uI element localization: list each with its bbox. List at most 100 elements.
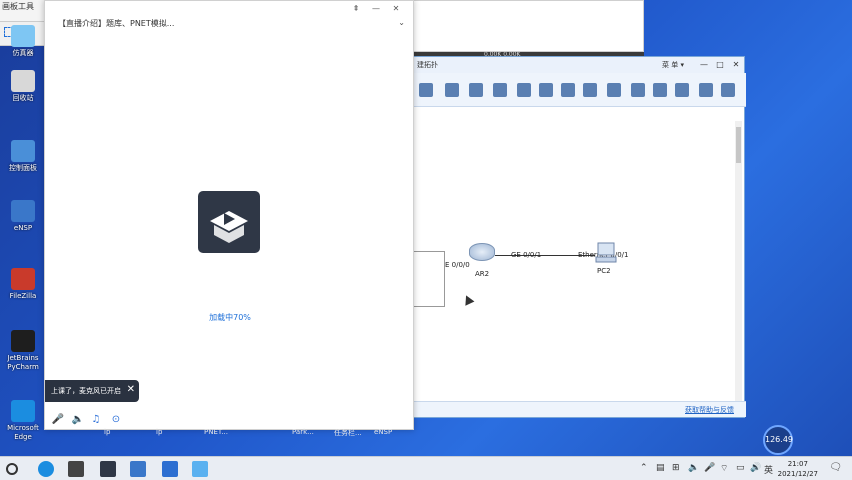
desktop-icon[interactable]: eNSP <box>3 200 43 233</box>
app-icon <box>11 200 35 222</box>
minimize-button[interactable]: — <box>698 59 710 70</box>
drawing-toolbar-title: 画板工具 <box>2 2 34 11</box>
secondary-taskbar: ip ip PNET... Park... 任务栏... eNSP <box>44 428 754 446</box>
minimize-button[interactable]: — <box>370 4 382 13</box>
help-icon[interactable] <box>721 83 735 97</box>
huawei-icon[interactable] <box>699 83 713 97</box>
desktop-icon-label: 仿真器 <box>12 49 34 57</box>
close-button[interactable]: ✕ <box>730 59 742 70</box>
desktop-icon-label: eNSP <box>13 224 33 232</box>
taskview-icon[interactable] <box>68 461 84 477</box>
edge-icon[interactable] <box>38 461 54 477</box>
app-icon <box>11 400 35 422</box>
taskline-item[interactable]: ip <box>156 428 162 436</box>
clock[interactable]: 21:07 2021/12/27 <box>778 459 818 479</box>
mic-tray-icon[interactable]: 🎤 <box>704 463 715 473</box>
port-label-left: E 0/0/0 <box>445 261 470 269</box>
taskline-item[interactable]: 任务栏... <box>334 428 362 438</box>
pc-icon[interactable] <box>595 241 617 265</box>
ensp-app-icon[interactable] <box>130 461 146 477</box>
speed-badge[interactable]: 126.49 <box>763 425 793 455</box>
save-icon[interactable] <box>469 83 483 97</box>
router-ar2[interactable] <box>469 243 495 261</box>
chevron-down-icon[interactable]: ⌄ <box>398 18 405 27</box>
tray-app-icon[interactable]: ▤ <box>656 463 665 473</box>
loading-status: 加载中70% <box>209 313 251 322</box>
taskline-item[interactable]: eNSP <box>374 428 392 436</box>
pin-icon[interactable]: ⇞ <box>350 4 362 13</box>
desktop-icon[interactable]: 控制面板 <box>3 140 43 173</box>
desktop-icon[interactable]: JetBrains PyCharm <box>3 330 43 372</box>
ensp-menu-button[interactable]: 菜 单 ▾ <box>662 60 684 70</box>
live-app-icon[interactable] <box>100 461 116 477</box>
battery-icon[interactable]: ▭ <box>736 463 745 473</box>
open-icon[interactable] <box>445 83 459 97</box>
music-icon[interactable]: ♫ <box>89 413 103 427</box>
toast-close-icon[interactable]: ✕ <box>127 384 135 395</box>
taskline-item[interactable]: PNET... <box>204 428 228 436</box>
ensp-toolbar <box>413 73 746 107</box>
clock-date: 2021/12/27 <box>777 470 818 478</box>
capture-icon[interactable] <box>583 83 597 97</box>
router-label: AR2 <box>475 270 490 278</box>
location-icon[interactable]: ⊙ <box>109 413 123 427</box>
ensp-titlebar[interactable]: 建拓扑 菜 单 ▾ — □ ✕ <box>413 57 744 73</box>
volume-icon[interactable]: 🔈 <box>688 463 699 473</box>
chevron-up-icon[interactable]: ⌃ <box>640 463 648 473</box>
start-icon[interactable] <box>539 83 553 97</box>
chat-icon[interactable] <box>675 83 689 97</box>
desktop-icon[interactable]: Microsoft Edge <box>3 400 43 442</box>
desktop-icon-label: 控制面板 <box>9 164 37 172</box>
scrollbar-thumb[interactable] <box>736 127 741 163</box>
desktop-icon[interactable]: 仿真器 <box>3 25 43 58</box>
app-icon <box>11 70 35 92</box>
live-player-window[interactable]: ⇞ — ✕ 【直播介绍】题库、PNET模拟... ⌄ 加载中70% 上课了，麦克… <box>44 0 414 430</box>
app-icon <box>11 140 35 162</box>
ensp-window[interactable]: 建拓扑 菜 单 ▾ — □ ✕ E 0/0/0 AR2 GE 0/0/1 Eth… <box>412 56 746 418</box>
image-icon[interactable] <box>493 83 507 97</box>
vertical-scrollbar[interactable] <box>735 121 742 401</box>
device-switch[interactable] <box>413 251 445 307</box>
new-topology-icon[interactable] <box>419 83 433 97</box>
player-logo-icon <box>198 191 260 253</box>
drawing-toolbar[interactable]: 画板工具 <box>0 0 44 22</box>
port-label-ge: GE 0/0/1 <box>511 251 542 259</box>
background-window[interactable] <box>412 0 644 52</box>
microphone-icon[interactable]: 🎤 <box>51 413 65 427</box>
maximize-button[interactable]: □ <box>714 59 726 70</box>
desktop-icon-label: 回收站 <box>12 94 34 102</box>
app-icon <box>11 268 35 290</box>
clock-time: 21:07 <box>787 460 808 468</box>
settings-icon[interactable] <box>631 83 645 97</box>
pc-label: PC2 <box>597 267 611 275</box>
topology-canvas[interactable]: E 0/0/0 AR2 GE 0/0/1 Ethernet 0/0/1 PC2 <box>413 119 735 402</box>
language-indicator[interactable]: 英 <box>764 463 773 476</box>
desktop-icon[interactable]: 回收站 <box>3 70 43 103</box>
taskline-item[interactable]: ip <box>104 428 110 436</box>
tools-icon[interactable] <box>192 461 208 477</box>
help-feedback-link[interactable]: 获取帮助与反馈 <box>685 405 734 415</box>
network-icon[interactable]: ⊞ <box>672 463 680 473</box>
live-title: 【直播介绍】题库、PNET模拟... <box>58 19 175 28</box>
add-text-icon[interactable] <box>517 83 531 97</box>
taskbar: ⌃ ▤ ⊞ 🔈 🎤 ⌔ ▭ 🔊 英 21:07 2021/12/27 🗨 <box>0 456 852 480</box>
close-button[interactable]: ✕ <box>390 4 402 13</box>
ensp-title: 建拓扑 <box>417 61 438 69</box>
mic-toast: 上课了，麦克风已开启 ✕ <box>45 380 139 402</box>
mic-toast-message: 上课了，麦克风已开启 <box>51 387 121 395</box>
wifi-icon[interactable]: ⌔ <box>720 463 728 474</box>
taskline-item[interactable]: Park... <box>292 428 314 436</box>
window-icon[interactable] <box>653 83 667 97</box>
speaker-icon[interactable]: 🔈 <box>71 413 85 427</box>
notification-icon[interactable]: 🗨 <box>829 462 842 473</box>
search-icon[interactable] <box>6 463 18 475</box>
app-icon <box>11 25 35 47</box>
word-icon[interactable] <box>162 461 178 477</box>
desktop-icon-label: FileZilla <box>9 292 37 300</box>
speaker-tray-icon[interactable]: 🔊 <box>750 463 761 473</box>
desktop-icon[interactable]: FileZilla <box>3 268 43 301</box>
stop-icon[interactable] <box>561 83 575 97</box>
palette-icon[interactable] <box>607 83 621 97</box>
desktop-icon-label: JetBrains PyCharm <box>7 354 39 371</box>
ensp-statusbar: 获取帮助与反馈 <box>413 401 746 417</box>
